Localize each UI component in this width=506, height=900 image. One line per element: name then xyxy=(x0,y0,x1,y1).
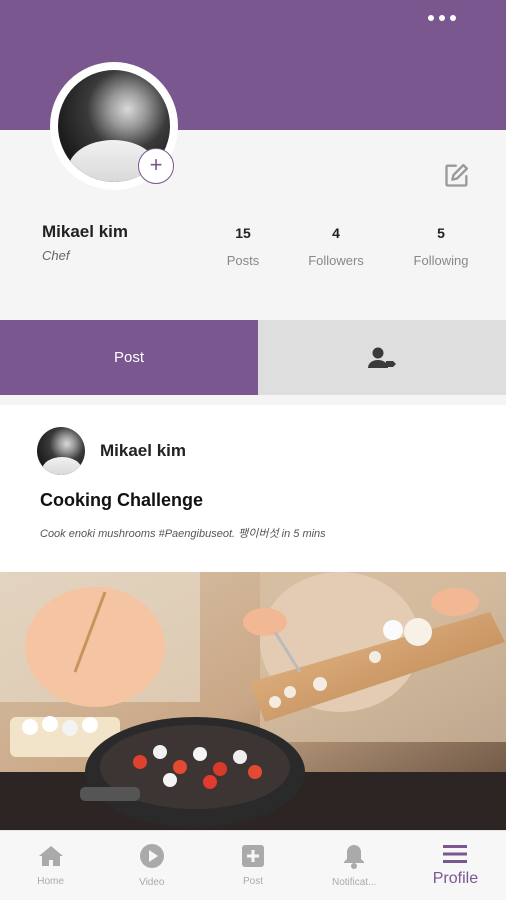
avatar[interactable] xyxy=(37,427,85,475)
nav-label: Video xyxy=(139,877,165,888)
nav-label: Profile xyxy=(432,869,479,887)
bell-icon xyxy=(344,845,365,869)
nav-profile[interactable]: Profile xyxy=(405,831,506,900)
post-description: Cook enoki mushrooms #Paengibuseot. 팽이버섯… xyxy=(40,528,326,540)
stat-label: Following xyxy=(413,253,469,268)
stat-label: Posts xyxy=(226,253,260,268)
post-card[interactable]: Mikael kim Cooking Challenge Cook enoki … xyxy=(0,405,506,830)
nav-notifications[interactable]: Notificat... xyxy=(304,831,405,900)
menu-icon xyxy=(443,844,468,863)
add-box-icon xyxy=(242,845,264,867)
nav-video[interactable]: Video xyxy=(101,831,202,900)
bottom-navigation: Home Video Post Notificat... Profile xyxy=(0,830,506,900)
nav-label: Home xyxy=(37,876,64,887)
add-photo-icon[interactable]: + xyxy=(138,148,174,184)
stat-followers[interactable]: 4 Followers xyxy=(291,225,381,268)
post-author[interactable]: Mikael kim xyxy=(100,441,186,461)
stat-posts[interactable]: 15 Posts xyxy=(198,225,288,268)
profile-tabs: Post xyxy=(0,320,506,395)
post-image[interactable] xyxy=(0,572,506,830)
edit-icon[interactable] xyxy=(443,161,471,189)
play-circle-icon xyxy=(139,844,164,868)
nav-home[interactable]: Home xyxy=(0,831,101,900)
more-options-icon[interactable] xyxy=(428,10,456,26)
nav-label: Notificat... xyxy=(331,877,377,888)
stat-count: 5 xyxy=(437,225,445,241)
tab-posts[interactable]: Post xyxy=(0,320,258,395)
profile-name: Mikael kim xyxy=(42,222,128,241)
cooking-photo xyxy=(0,572,506,830)
person-icon xyxy=(368,347,396,368)
tab-friends[interactable] xyxy=(258,320,506,395)
nav-post[interactable]: Post xyxy=(202,831,303,900)
home-icon xyxy=(38,846,63,866)
stat-count: 15 xyxy=(235,225,251,241)
profile-role: Chef xyxy=(42,248,70,263)
post-title: Cooking Challenge xyxy=(40,490,204,510)
nav-label: Post xyxy=(243,876,264,887)
stat-following[interactable]: 5 Following xyxy=(396,225,486,268)
stat-label: Followers xyxy=(308,253,364,268)
stat-count: 4 xyxy=(332,225,340,241)
